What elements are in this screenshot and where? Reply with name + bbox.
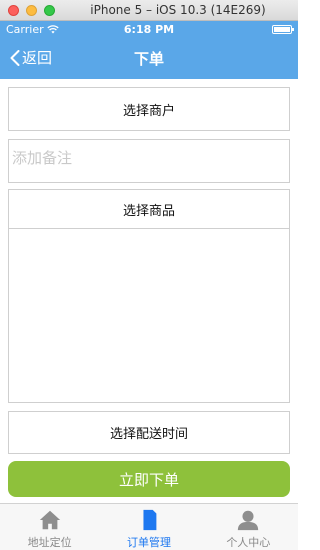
tab-orders[interactable]: 订单管理 — [99, 504, 198, 550]
status-time: 6:18 PM — [123, 23, 175, 36]
tab-location-label: 地址定位 — [27, 536, 72, 549]
person-icon — [238, 510, 259, 531]
submit-order-label: 立即下单 — [118, 470, 179, 489]
select-merchant-label: 选择商户 — [122, 103, 175, 119]
document-icon — [143, 509, 157, 531]
tab-location[interactable]: 地址定位 — [0, 504, 99, 550]
select-goods-label: 选择商品 — [122, 203, 175, 219]
app-header: Carrier 6:18 PM 返回 下单 — [0, 21, 298, 79]
note-input[interactable]: 添加备注 — [8, 139, 290, 183]
tab-bar: 地址定位 订单管理 个人中心 — [0, 503, 298, 550]
battery-icon — [272, 25, 294, 34]
note-placeholder: 添加备注 — [12, 149, 73, 167]
tab-profile[interactable]: 个人中心 — [199, 504, 298, 550]
tab-orders-label: 订单管理 — [126, 536, 171, 549]
page-title: 下单 — [133, 50, 164, 68]
select-merchant-button[interactable]: 选择商户 — [8, 87, 290, 131]
simulator-titlebar: iPhone 5 – iOS 10.3 (14E269) — [0, 0, 298, 21]
home-icon — [39, 510, 60, 530]
select-delivery-time-button[interactable]: 选择配送时间 — [8, 411, 290, 454]
select-delivery-time-label: 选择配送时间 — [109, 427, 188, 442]
window-minimize-button[interactable] — [26, 5, 37, 16]
goods-panel: 选择商品 — [8, 189, 290, 403]
tab-profile-label: 个人中心 — [226, 536, 271, 549]
goods-list[interactable] — [9, 229, 289, 402]
simulator-title: iPhone 5 – iOS 10.3 (14E269) — [90, 3, 266, 17]
navigation-bar: 返回 下单 — [0, 39, 298, 79]
submit-order-button[interactable]: 立即下单 — [8, 461, 290, 497]
window-close-button[interactable] — [8, 5, 19, 16]
window-maximize-button[interactable] — [44, 5, 55, 16]
status-bar: Carrier 6:18 PM — [0, 21, 298, 39]
select-goods-button[interactable]: 选择商品 — [9, 190, 289, 229]
